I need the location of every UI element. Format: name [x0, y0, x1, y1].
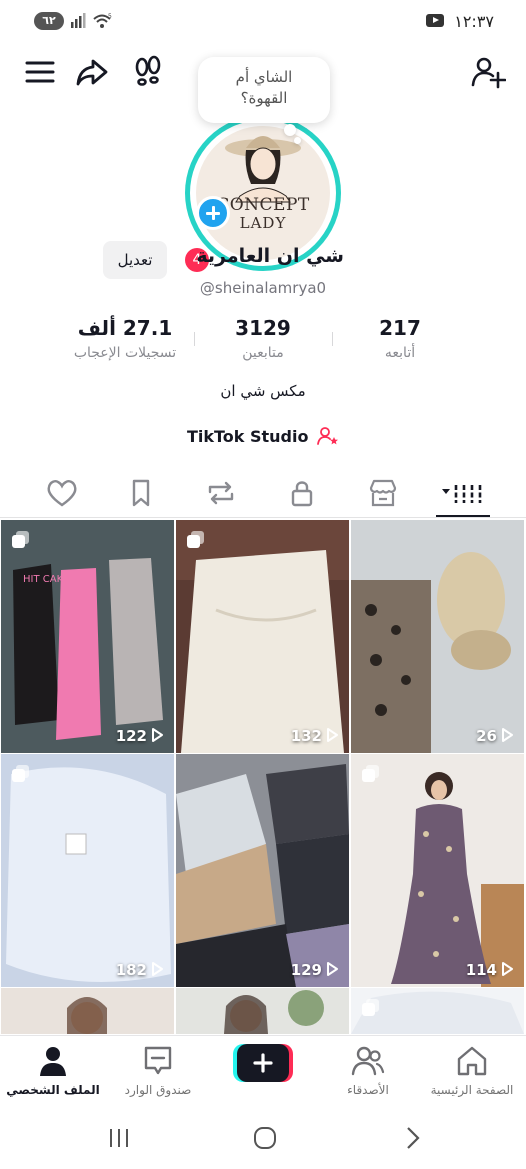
video-thumbnail[interactable]: 129: [176, 754, 349, 987]
bio: مكس شي ان: [220, 382, 306, 400]
display-name: شي ان العامرية: [196, 245, 344, 267]
note-bubble-tail-small: [294, 137, 301, 144]
add-friend-icon[interactable]: [470, 54, 506, 90]
nav-friends[interactable]: الأصدقاء: [316, 1044, 420, 1097]
multi-image-icon: [12, 531, 29, 548]
nav-home-label: الصفحة الرئيسية: [430, 1083, 514, 1097]
video-thumbnail[interactable]: 114: [351, 754, 524, 987]
svg-text:HIT CAKE: HIT CAKE: [23, 574, 69, 585]
stat-following[interactable]: 217 أتابعه: [325, 316, 475, 361]
following-count: 217: [379, 316, 421, 340]
shop-tab-store-icon[interactable]: [366, 478, 400, 508]
stat-likes[interactable]: 27.1 ألف تسجيلات الإعجاب: [50, 316, 200, 361]
stat-followers[interactable]: 3129 متابعين: [188, 316, 338, 361]
followers-count: 3129: [235, 316, 291, 340]
view-count: 122: [116, 727, 164, 745]
signal-icon: [71, 13, 86, 28]
play-icon: [152, 728, 163, 742]
video-image: HIT CAKE: [1, 520, 174, 753]
menu-icon[interactable]: [22, 54, 58, 90]
studio-label: TikTok Studio: [186, 427, 309, 446]
back-icon[interactable]: [398, 1123, 428, 1153]
wifi-label: 5: [108, 13, 112, 20]
video-thumbnail[interactable]: [1, 988, 174, 1034]
likes-count: 27.1 ألف: [77, 316, 173, 340]
play-icon: [327, 728, 338, 742]
play-icon: [327, 962, 338, 976]
view-count: 26: [476, 727, 514, 745]
status-time: ١٢:٣٧: [454, 12, 494, 31]
avatar-illustration: [225, 136, 301, 203]
nav-profile[interactable]: الملف الشخصي: [1, 1044, 105, 1097]
note-line1: الشاي أم: [235, 68, 293, 86]
wifi-icon: 5: [93, 13, 112, 28]
video-image: [1, 754, 174, 987]
note-bubble[interactable]: الشاي أم القهوة؟: [198, 57, 330, 123]
video-thumbnail[interactable]: 26: [351, 520, 524, 753]
multi-image-icon: [187, 531, 204, 548]
video-image: [1, 988, 174, 1034]
likes-label: تسجيلات الإعجاب: [73, 345, 177, 361]
recent-apps-icon[interactable]: [104, 1123, 134, 1153]
friends-icon: [351, 1046, 385, 1076]
nav-inbox[interactable]: صندوق الوارد: [106, 1044, 210, 1097]
nav-friends-label: الأصدقاء: [347, 1083, 389, 1097]
username: @sheinalamrya0: [199, 279, 327, 297]
battery-indicator: ٦٢: [34, 12, 64, 30]
video-image: [176, 520, 349, 753]
video-thumbnail[interactable]: [351, 988, 524, 1034]
home-icon: [457, 1046, 487, 1076]
videos-tab-grid-icon[interactable]: [440, 478, 482, 508]
tab-active-indicator: [436, 515, 490, 517]
system-navigation-bar: [0, 1107, 526, 1169]
liked-tab-heart-icon[interactable]: [45, 478, 79, 508]
private-tab-lock-icon[interactable]: [285, 478, 319, 508]
create-post-button[interactable]: [233, 1044, 293, 1082]
video-thumbnail[interactable]: 182: [1, 754, 174, 987]
play-icon: [502, 962, 513, 976]
note-bubble-tail: [284, 124, 296, 136]
avatar: CONCEPT LADY: [196, 126, 330, 260]
video-image: [351, 520, 524, 753]
video-thumbnail[interactable]: HIT CAKE 122: [1, 520, 174, 753]
favorites-tab-bookmark-icon[interactable]: [124, 478, 158, 508]
video-image: [351, 754, 524, 987]
inbox-icon: [144, 1046, 172, 1075]
nav-profile-label: الملف الشخصي: [6, 1083, 100, 1097]
followers-label: متابعين: [242, 345, 284, 361]
profile-tabs: [0, 472, 526, 518]
video-image: [176, 988, 349, 1034]
youtube-notification-icon: [426, 14, 444, 27]
home-button-icon[interactable]: [250, 1123, 280, 1153]
profile-icon: [40, 1047, 66, 1076]
play-icon: [152, 962, 163, 976]
view-count: 114: [466, 961, 514, 979]
multi-image-icon: [362, 765, 379, 782]
view-count: 132: [291, 727, 339, 745]
nav-inbox-label: صندوق الوارد: [124, 1083, 192, 1097]
status-bar: ٦٢ 5 ١٢:٣٧: [0, 0, 526, 44]
tiktok-studio-link[interactable]: TikTok Studio: [0, 426, 526, 446]
view-count: 129: [291, 961, 339, 979]
video-thumbnail[interactable]: [176, 988, 349, 1034]
share-icon[interactable]: [74, 54, 110, 90]
following-label: أتابعه: [384, 345, 416, 361]
multi-image-icon: [12, 765, 29, 782]
studio-person-star-icon: [317, 427, 339, 445]
multi-image-icon: [362, 999, 379, 1016]
video-thumbnail[interactable]: 132: [176, 520, 349, 753]
nav-home[interactable]: الصفحة الرئيسية: [420, 1044, 524, 1097]
play-icon: [502, 728, 513, 742]
reposts-tab-repost-icon[interactable]: [204, 478, 238, 508]
bottom-navigation: الملف الشخصي صندوق الوارد الأصدقاء الصفح…: [0, 1035, 526, 1107]
video-image: [176, 754, 349, 987]
edit-profile-button[interactable]: تعديل: [103, 241, 167, 279]
footprint-icon[interactable]: [130, 54, 166, 90]
note-line2: القهوة؟: [240, 89, 288, 107]
view-count: 182: [116, 961, 164, 979]
add-story-button[interactable]: [196, 196, 230, 230]
